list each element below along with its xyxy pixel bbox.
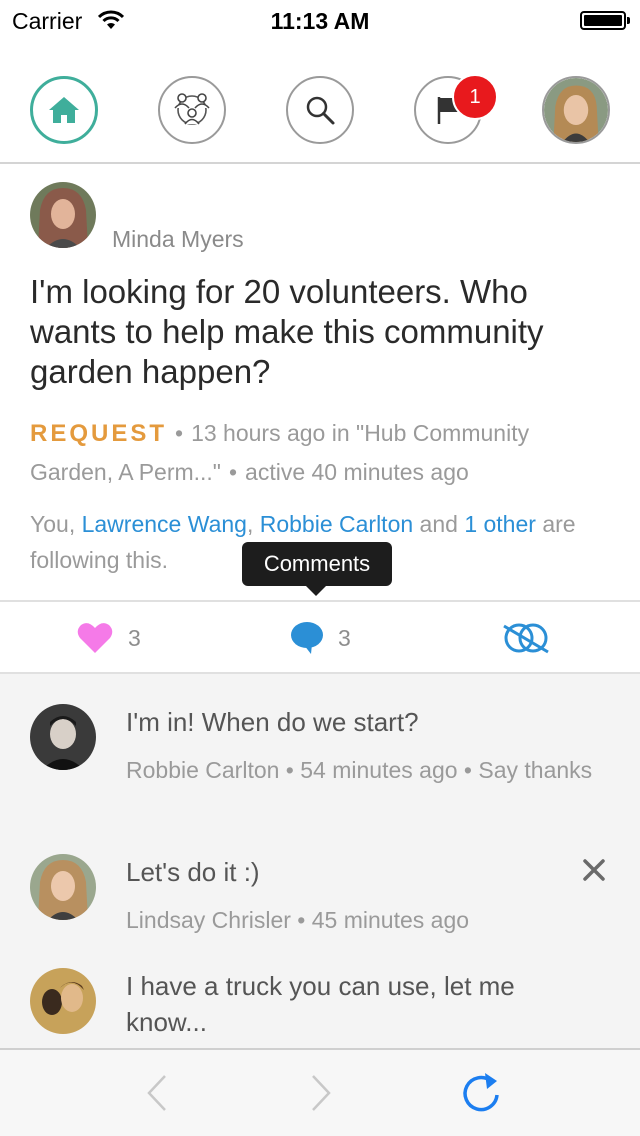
avatar: [30, 704, 96, 770]
nav-profile-button[interactable]: [542, 76, 610, 144]
bottom-toolbar: [0, 1048, 640, 1136]
author-avatar[interactable]: [30, 182, 96, 248]
follower-link-lawrence[interactable]: Lawrence Wang: [82, 511, 247, 537]
avatar: [30, 854, 96, 920]
search-icon: [306, 96, 335, 125]
comment-avatar[interactable]: [30, 854, 96, 920]
comma: ,: [246, 511, 254, 537]
comment-author[interactable]: Lindsay Chrisler: [126, 907, 291, 933]
follower-link-robbie[interactable]: Robbie Carlton: [260, 511, 413, 537]
say-thanks-link[interactable]: Say thanks: [478, 757, 592, 783]
follow-rings-icon: [503, 623, 549, 654]
comment-meta: Robbie Carlton • 54 minutes ago • Say th…: [126, 757, 593, 783]
nav-home-button[interactable]: [30, 76, 98, 144]
follow-button[interactable]: [500, 602, 552, 674]
comment-avatar[interactable]: [30, 704, 96, 770]
comment-time: 45 minutes ago: [311, 907, 470, 933]
like-button[interactable]: 3: [76, 602, 141, 674]
comment-bubble-icon: [291, 622, 323, 654]
comment-text: I have a truck you can use, let me know.…: [126, 971, 515, 1037]
author-name[interactable]: Minda Myers: [112, 226, 244, 253]
comments-list: I'm in! When do we start? Robbie Carlton…: [0, 674, 640, 1048]
reload-icon: [463, 1073, 499, 1112]
separator-dot: •: [175, 420, 184, 446]
action-bar: 3 3: [0, 600, 640, 674]
like-count: 3: [128, 624, 141, 651]
avatar: [30, 182, 96, 248]
comments-tooltip: Comments: [242, 542, 392, 586]
close-icon[interactable]: [580, 856, 608, 884]
battery-icon: [580, 11, 630, 30]
post-type-label: REQUEST: [30, 420, 168, 447]
home-icon: [49, 97, 79, 123]
nav-search-button[interactable]: [286, 76, 354, 144]
forward-button[interactable]: [296, 1068, 346, 1118]
comment-author[interactable]: Robbie Carlton: [126, 757, 279, 783]
comment-count: 3: [338, 624, 351, 651]
reload-button[interactable]: [456, 1068, 506, 1118]
comment-button[interactable]: 3: [290, 602, 351, 674]
post-card: Minda Myers I'm looking for 20 volunteer…: [0, 164, 640, 600]
chevron-right-icon: [312, 1075, 331, 1111]
notification-badge: 1: [452, 74, 498, 120]
top-nav: 1: [0, 60, 640, 164]
comment-text: I'm in! When do we start?: [126, 707, 419, 737]
chevron-left-icon: [147, 1075, 166, 1111]
post-meta: REQUEST • 13 hours ago in "Hub Community G…: [30, 414, 610, 491]
avatar: [544, 78, 608, 142]
status-time: 11:13 AM: [270, 8, 370, 34]
comment-time: 54 minutes ago: [300, 757, 458, 783]
follower-link-others[interactable]: 1 other: [464, 511, 536, 537]
nav-notifications-button[interactable]: 1: [414, 74, 498, 144]
post-activity: active 40 minutes ago: [245, 459, 469, 485]
comment-avatar[interactable]: [30, 968, 96, 1034]
post-title: I'm looking for 20 volunteers. Who wants…: [30, 273, 544, 390]
separator-dot: •: [228, 459, 238, 485]
comment-meta: Lindsay Chrisler • 45 minutes ago: [126, 907, 470, 933]
nav-groups-button[interactable]: [158, 76, 226, 144]
heart-icon: [77, 623, 113, 653]
avatar: [30, 968, 96, 1034]
tooltip-arrow: [306, 586, 326, 596]
groups-icon: [174, 93, 210, 125]
following-prefix: You,: [30, 511, 76, 537]
following-and: and: [419, 511, 458, 537]
status-bar: Carrier 11:13 AM: [0, 0, 640, 40]
comment-text: Let's do it :): [126, 857, 260, 887]
back-button[interactable]: [132, 1068, 182, 1118]
